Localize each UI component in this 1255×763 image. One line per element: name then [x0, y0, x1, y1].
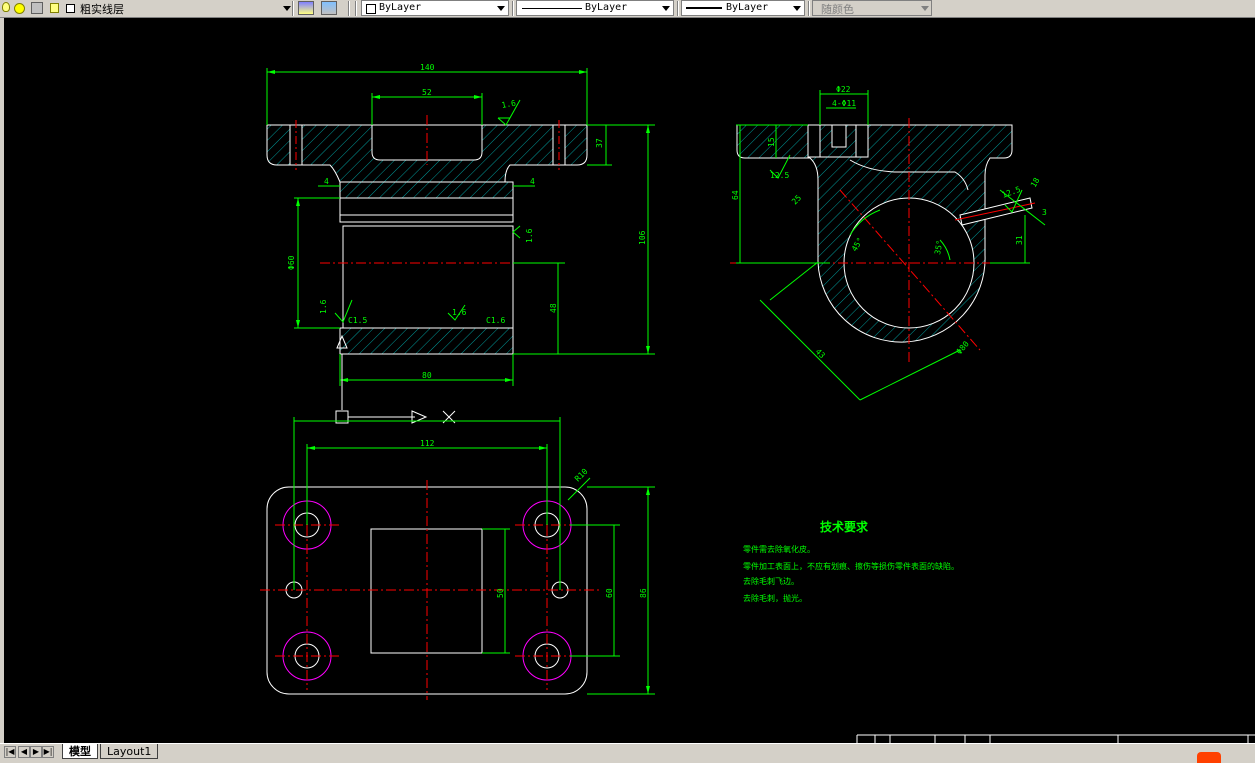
tech-note-4: 去除毛刺，抛光。 — [743, 593, 807, 603]
layer-dropdown-arrow-icon[interactable] — [283, 6, 291, 11]
tech-note-3: 去除毛刺飞边。 — [743, 576, 799, 586]
model-space-canvas[interactable]: 140 52 1.6 37 4 4 106 Φ60 1.6 48 1.6 C1.… — [0, 18, 1255, 743]
sun-icon[interactable] — [14, 3, 25, 14]
lineweight-value: ByLayer — [726, 2, 769, 13]
bushing-bore — [342, 225, 514, 329]
dim-80: 80 — [422, 371, 432, 380]
layer-manager-icon[interactable] — [298, 1, 314, 15]
linetype-value: ByLayer — [585, 2, 628, 13]
statusbar-tray-icon[interactable] — [1197, 752, 1221, 763]
lightbulb-icon[interactable] — [2, 2, 10, 12]
layer-lock-icon[interactable] — [50, 3, 59, 13]
dim-18: 18 — [1029, 176, 1042, 189]
side-view: Φ22 4-Φ11 15 12.5 64 25 45° 35° 12.5 18 … — [730, 85, 1047, 401]
dim-phi60: Φ60 — [287, 255, 296, 270]
dim-50: 50 — [496, 588, 505, 598]
color-swatch — [366, 4, 376, 14]
front-section-view: 140 52 1.6 37 4 4 106 Φ60 1.6 48 1.6 C1.… — [266, 63, 655, 424]
last-tab-button[interactable]: ▶| — [42, 746, 54, 758]
dim-106: 106 — [638, 230, 647, 245]
dim-16b: 1.6 — [525, 228, 534, 243]
dim-phi80: Φ80 — [955, 339, 971, 356]
dim-15: 15 — [767, 137, 776, 147]
dim-48: 48 — [549, 303, 558, 313]
layout-tab-bar: |◀ ◀ ▶ ▶| 模型 Layout1 — [0, 743, 1255, 763]
dim-112: 112 — [420, 439, 435, 448]
layer-color-swatch — [66, 4, 75, 13]
dim-31: 31 — [1015, 235, 1024, 245]
dim-140: 140 — [420, 63, 435, 72]
dim-25: 25 — [790, 193, 803, 206]
color-select[interactable]: ByLayer — [361, 0, 509, 16]
chevron-down-icon — [921, 6, 929, 11]
chevron-down-icon[interactable] — [793, 6, 801, 11]
chevron-down-icon[interactable] — [662, 6, 670, 11]
title-block — [856, 734, 1255, 743]
dim-16d: 1.6 — [452, 308, 467, 317]
first-tab-button[interactable]: |◀ — [4, 746, 16, 758]
dim-4phi11: 4-Φ11 — [832, 99, 856, 108]
dim-37: 37 — [595, 138, 604, 148]
chevron-down-icon[interactable] — [497, 6, 505, 11]
top-view: 112 R10 50 60 86 — [260, 417, 655, 700]
dim-3: 3 — [1042, 208, 1047, 217]
dim-43: 43 — [814, 347, 827, 360]
plotstyle-value: 随颜色 — [821, 3, 854, 16]
plotstyle-select: 随颜色 — [812, 0, 932, 16]
properties-toolbar: 粗实线层 ByLayer ByLayer ByLayer 随颜色 — [0, 0, 1255, 18]
make-object-layer-current-icon[interactable] — [321, 1, 337, 15]
dim-16c: 1.6 — [319, 299, 328, 314]
linetype-preview — [522, 8, 582, 9]
layer-name[interactable]: 粗实线层 — [80, 1, 124, 17]
lineweight-select[interactable]: ByLayer — [681, 0, 805, 16]
linetype-select[interactable]: ByLayer — [516, 0, 674, 16]
dim-52: 52 — [422, 88, 432, 97]
color-value: ByLayer — [379, 2, 422, 13]
dim-c15: C1.5 — [348, 316, 367, 325]
next-tab-button[interactable]: ▶ — [30, 746, 42, 758]
tech-note-2: 零件加工表面上，不应有划痕、擦伤等损伤零件表面的缺陷。 — [743, 561, 959, 571]
dim-125a: 12.5 — [770, 171, 789, 180]
dim-4a: 4 — [324, 177, 329, 186]
dim-16a: 1.6 — [501, 99, 517, 110]
prev-tab-button[interactable]: ◀ — [18, 746, 30, 758]
dim-phi22: Φ22 — [836, 85, 851, 94]
dim-4b: 4 — [530, 177, 535, 186]
lock-icon[interactable] — [31, 2, 43, 14]
tech-title: 技术要求 — [820, 519, 869, 534]
dim-60: 60 — [605, 588, 614, 598]
bushing-top-band — [339, 181, 514, 199]
bushing-bottom-band — [339, 327, 514, 355]
tab-model[interactable]: 模型 — [62, 744, 98, 759]
tech-note-1: 零件需去除氧化皮。 — [743, 544, 815, 554]
dim-64: 64 — [731, 190, 740, 200]
technical-requirements: 技术要求 零件需去除氧化皮。 零件加工表面上，不应有划痕、擦伤等损伤零件表面的缺… — [743, 519, 959, 603]
dim-c16: C1.6 — [486, 316, 505, 325]
dim-86: 86 — [639, 588, 648, 598]
lineweight-preview — [686, 7, 722, 9]
tab-layout1[interactable]: Layout1 — [100, 744, 159, 759]
